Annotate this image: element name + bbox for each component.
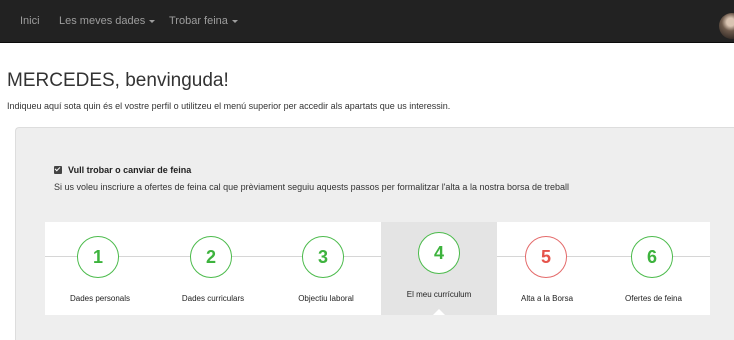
step-label: Alta a la Borsa bbox=[520, 294, 574, 303]
step-number-circle: 5 bbox=[525, 236, 567, 278]
job-search-checkbox-row[interactable]: Vull trobar o canviar de feina bbox=[54, 165, 191, 175]
nav-find-job-dropdown[interactable]: Trobar feina bbox=[169, 0, 238, 43]
nav-my-data-label: Les meves dades bbox=[59, 15, 146, 27]
step-label: El meu currículum bbox=[406, 290, 472, 299]
step-number-circle: 3 bbox=[302, 236, 344, 278]
job-search-checkbox-label: Vull trobar o canviar de feina bbox=[68, 165, 192, 175]
registration-steps: 1 Dades personals 2 Dades curriculars 3 … bbox=[45, 222, 710, 315]
nav-home-link[interactable]: Inici bbox=[20, 0, 40, 43]
panel-description: Si us voleu inscriure a ofertes de feina… bbox=[54, 182, 569, 192]
step-label: Objectiu laboral bbox=[298, 294, 354, 303]
checkbox-checked-icon[interactable] bbox=[54, 166, 62, 174]
step-number-circle: 1 bbox=[77, 236, 119, 278]
step-number-circle: 4 bbox=[418, 232, 460, 274]
nav-my-data-dropdown[interactable]: Les meves dades bbox=[59, 0, 156, 43]
avatar[interactable] bbox=[719, 13, 734, 39]
step-number-circle: 6 bbox=[631, 236, 673, 278]
step-label: Dades curriculars bbox=[181, 294, 245, 303]
intro-text: Indiqueu aquí sota quin és el vostre per… bbox=[7, 101, 451, 111]
nav-find-job-label: Trobar feina bbox=[169, 15, 228, 27]
page-title: MERCEDES, benvinguda! bbox=[7, 70, 229, 91]
top-navbar: Inici Les meves dades Trobar feina bbox=[0, 0, 734, 43]
chevron-down-icon bbox=[231, 19, 238, 23]
step-personal-data[interactable]: 1 Dades personals bbox=[45, 222, 155, 315]
step-curricular-data[interactable]: 2 Dades curriculars bbox=[155, 222, 271, 315]
step-label: Ofertes de feina bbox=[625, 294, 682, 303]
step-number-circle: 2 bbox=[190, 236, 232, 278]
step-label: Dades personals bbox=[69, 294, 131, 303]
step-my-cv[interactable]: 4 El meu currículum bbox=[381, 222, 497, 315]
chevron-down-icon bbox=[149, 19, 156, 23]
step-job-pool-signup[interactable]: 5 Alta a la Borsa bbox=[497, 222, 597, 315]
step-job-offers[interactable]: 6 Ofertes de feina bbox=[597, 222, 710, 315]
step-job-objective[interactable]: 3 Objectiu laboral bbox=[271, 222, 381, 315]
